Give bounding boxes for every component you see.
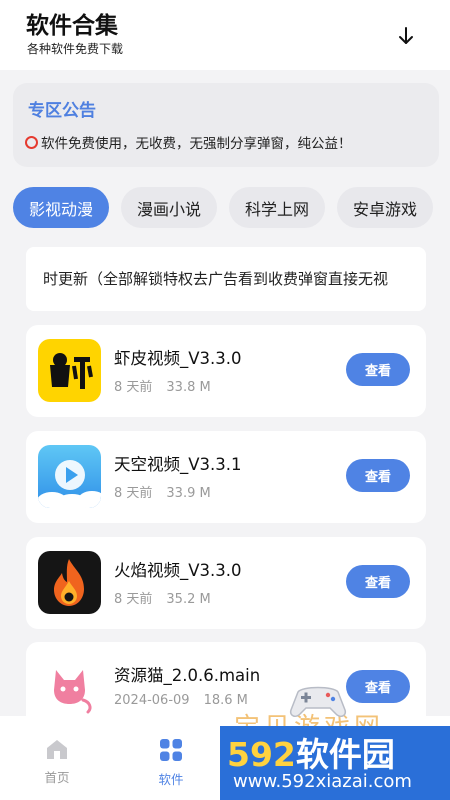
app-date: 8 天前 — [114, 380, 153, 395]
app-name: 资源猫_2.0.6.main — [114, 666, 261, 685]
download-button[interactable] — [392, 22, 420, 50]
tab-film-anime[interactable]: 影视动漫 — [13, 187, 109, 228]
scrolling-notice: 时更新（全部解锁特权去广告看到收费弹窗直接无视 — [26, 247, 426, 311]
nav-item-software[interactable]: 软件 — [141, 738, 201, 788]
tab-label: 安卓游戏 — [352, 199, 417, 219]
tab-comics-novels[interactable]: 漫画小说 — [121, 187, 217, 228]
app-name: 虾皮视频_V3.3.0 — [114, 349, 242, 368]
app-meta: 8 天前 33.9 M — [114, 482, 211, 501]
watermark-url: www.592xiazai.com — [233, 771, 412, 792]
tab-label: 漫画小说 — [136, 199, 201, 219]
tab-vpn[interactable]: 科学上网 — [229, 187, 325, 228]
gamepad-icon — [288, 680, 348, 724]
tab-label: 科学上网 — [244, 199, 309, 219]
red-circle-icon — [25, 135, 38, 149]
scrolling-notice-text: 时更新（全部解锁特权去广告看到收费弹窗直接无视 — [43, 270, 389, 288]
nav-label: 首页 — [44, 770, 70, 785]
watermark-banner: 592软件园 www.592xiazai.com — [220, 726, 450, 800]
app-date: 8 天前 — [114, 486, 153, 501]
app-meta: 8 天前 33.8 M — [114, 376, 211, 395]
app-size: 33.9 M — [166, 486, 211, 501]
list-item[interactable]: 虾皮视频_V3.3.0 8 天前 33.8 M 查看 — [26, 325, 426, 417]
app-name: 火焰视频_V3.3.0 — [114, 561, 242, 580]
category-tabs: 影视动漫 漫画小说 科学上网 安卓游戏 — [13, 187, 450, 229]
flame-video-icon — [38, 551, 101, 614]
view-button[interactable]: 查看 — [346, 565, 410, 598]
watermark-brand: 592软件园 — [227, 728, 395, 776]
app-size: 18.6 M — [203, 693, 248, 708]
app-date: 8 天前 — [114, 592, 153, 607]
view-button[interactable]: 查看 — [346, 670, 410, 703]
app-meta: 8 天前 35.2 M — [114, 588, 211, 607]
header: 软件合集 各种软件免费下载 — [0, 0, 450, 70]
sky-video-icon — [38, 445, 101, 508]
tab-label: 影视动漫 — [28, 199, 93, 219]
list-item[interactable]: 火焰视频_V3.3.0 8 天前 35.2 M 查看 — [26, 537, 426, 629]
app-name: 天空视频_V3.3.1 — [114, 455, 242, 474]
watermark-brand-name: 软件园 — [295, 735, 395, 774]
nav-label: 软件 — [158, 772, 184, 787]
announcement-title: 专区公告 — [28, 101, 96, 121]
app-date: 2024-06-09 — [114, 693, 190, 708]
home-icon — [47, 740, 67, 759]
download-arrow-icon — [399, 27, 413, 44]
tab-android-games[interactable]: 安卓游戏 — [337, 187, 433, 228]
nav-item-home[interactable]: 首页 — [27, 738, 87, 786]
page-subtitle: 各种软件免费下载 — [27, 42, 124, 56]
list-item[interactable]: 天空视频_V3.3.1 8 天前 33.9 M 查看 — [26, 431, 426, 523]
app-meta: 2024-06-09 18.6 M — [114, 693, 248, 708]
apps-grid-icon — [160, 739, 182, 761]
view-button[interactable]: 查看 — [346, 459, 410, 492]
announcement-text: 软件免费使用，无收费，无强制分享弹窗，纯公益！ — [41, 136, 352, 152]
shrimp-video-icon — [38, 339, 101, 402]
page-title: 软件合集 — [26, 13, 118, 39]
view-button[interactable]: 查看 — [346, 353, 410, 386]
announcement-body: 软件免费使用，无收费，无强制分享弹窗，纯公益！ — [25, 132, 352, 152]
app-size: 33.8 M — [166, 380, 211, 395]
announcement-panel: 专区公告 软件免费使用，无收费，无强制分享弹窗，纯公益！ — [13, 83, 439, 167]
watermark-number: 592 — [227, 735, 296, 774]
cat-icon — [38, 656, 101, 719]
app-size: 35.2 M — [166, 592, 211, 607]
